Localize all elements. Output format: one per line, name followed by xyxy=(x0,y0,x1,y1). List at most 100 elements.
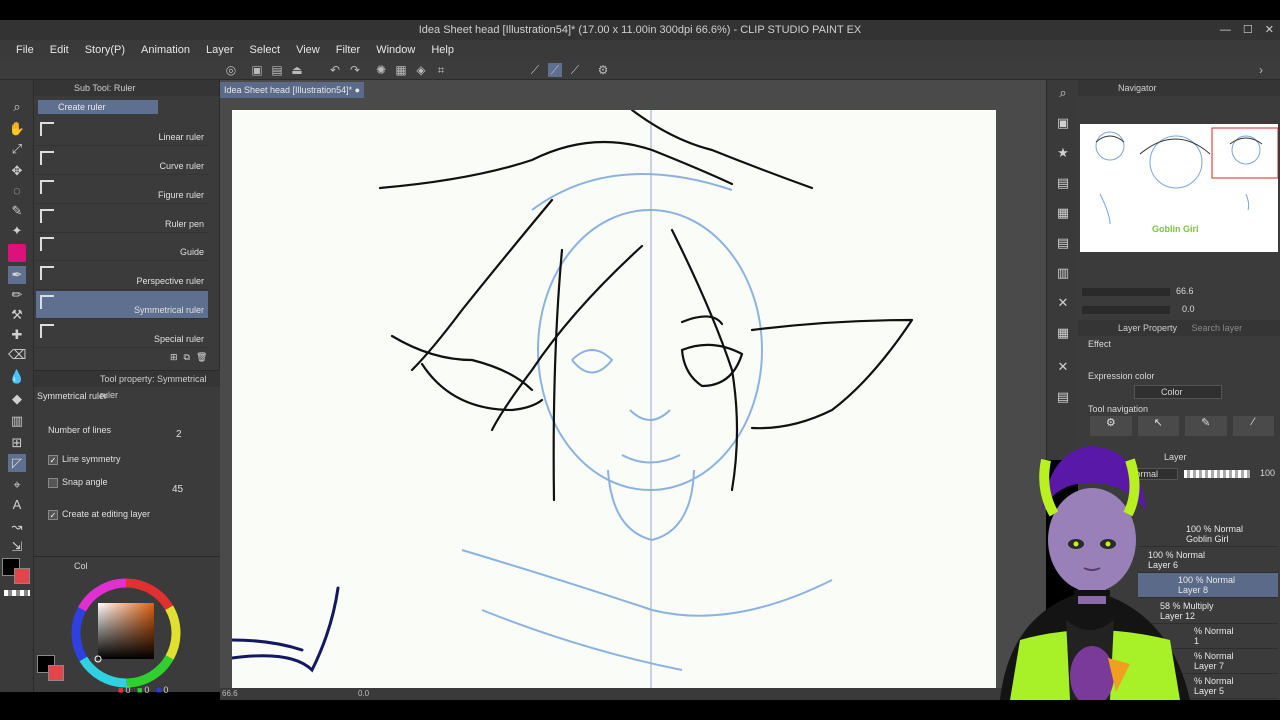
vector-icon[interactable]: ⌖ xyxy=(8,476,26,494)
crop-icon[interactable]: ⌗ xyxy=(434,63,448,77)
menu-layer[interactable]: Layer xyxy=(198,44,242,56)
menu-file[interactable]: File xyxy=(8,44,42,56)
gradient-icon[interactable]: ▥ xyxy=(8,412,26,430)
eyedropper-icon[interactable]: ✎ xyxy=(8,202,26,220)
layer-list-icon[interactable]: ▤ xyxy=(1054,234,1072,252)
nav-operation-icon[interactable]: ⚙ xyxy=(1090,416,1132,436)
sub-color-swatch[interactable] xyxy=(14,568,30,584)
sketch-artwork xyxy=(232,110,914,688)
navigator-thumbnail[interactable]: Goblin Girl xyxy=(1080,124,1279,252)
subtool-item-curve-ruler[interactable]: Curve ruler xyxy=(36,147,208,175)
settings-icon[interactable]: ⚙ xyxy=(596,63,610,77)
open-icon[interactable]: ▤ xyxy=(270,63,284,77)
fill-bucket-icon[interactable]: ◆ xyxy=(8,390,26,408)
pen-icon[interactable]: ✒ xyxy=(8,266,26,284)
grid-panel-icon[interactable]: ▦ xyxy=(1054,324,1072,342)
undo-icon[interactable]: ↶ xyxy=(328,63,342,77)
vtuber-avatar xyxy=(1000,446,1190,700)
clear-icon[interactable]: ✺ xyxy=(374,63,388,77)
close-icon[interactable]: ✕ xyxy=(1265,20,1274,40)
snap-special-ruler-icon[interactable]: ⟋ xyxy=(548,63,562,77)
text-icon[interactable]: A xyxy=(8,496,26,514)
chevron-right-icon[interactable]: › xyxy=(1254,63,1268,77)
subtool-item-linear-ruler[interactable]: Linear ruler xyxy=(36,118,208,146)
remove-icon[interactable]: ✕ xyxy=(1054,358,1072,376)
sub-color-chip[interactable] xyxy=(48,665,64,681)
color-wheel[interactable] xyxy=(68,575,184,691)
angle-readout[interactable]: 0.0 xyxy=(358,689,369,698)
drawing-canvas[interactable] xyxy=(232,110,996,688)
lasso-icon[interactable]: ◌ xyxy=(8,182,26,200)
subtool-item-perspective-ruler[interactable]: Perspective ruler xyxy=(36,262,208,290)
number-of-lines-value[interactable]: 2 xyxy=(176,429,182,440)
favorite-icon[interactable]: ★ xyxy=(1054,144,1072,162)
move-icon[interactable]: ✥ xyxy=(8,162,26,180)
frame-icon[interactable]: ⊞ xyxy=(8,434,26,452)
angle-slider[interactable] xyxy=(1082,306,1170,314)
subtool-item-figure-ruler[interactable]: Figure ruler xyxy=(36,176,208,204)
frame-list-icon[interactable]: ▥ xyxy=(1054,264,1072,282)
close-tab-icon[interactable]: ● xyxy=(355,85,360,95)
subtool-item-symmetrical-ruler[interactable]: Symmetrical ruler xyxy=(36,291,208,319)
menu-window[interactable]: Window xyxy=(368,44,423,56)
brush-icon[interactable]: ⚒ xyxy=(8,306,26,324)
nav-pick-icon[interactable]: ✎ xyxy=(1185,416,1227,436)
new-file-icon[interactable]: ▣ xyxy=(250,63,264,77)
subtool-actions[interactable]: ⊞⧉🗑 xyxy=(170,352,213,363)
hand-icon[interactable]: ✋ xyxy=(8,120,26,138)
eraser-icon[interactable]: ⌫ xyxy=(8,346,26,364)
search-icon[interactable]: ⌕ xyxy=(1054,84,1072,102)
close-panel-icon[interactable]: ✕ xyxy=(1054,294,1072,312)
redo-icon[interactable]: ↷ xyxy=(348,63,362,77)
operation-icon[interactable]: ⤢ xyxy=(8,140,26,158)
expression-color-select[interactable]: Color xyxy=(1134,385,1222,399)
subtool-item-ruler-pen[interactable]: Ruler pen xyxy=(36,205,208,233)
subtool-group-tab[interactable]: Create ruler xyxy=(38,100,158,114)
snap-grid-icon[interactable]: ⟋ xyxy=(568,63,582,77)
document-tab[interactable]: Idea Sheet head [Illustration54]* ● xyxy=(220,82,364,98)
material-icon[interactable]: ▣ xyxy=(1054,114,1072,132)
ruler-icon[interactable]: ◸ xyxy=(8,454,26,472)
menu-help[interactable]: Help xyxy=(423,44,462,56)
color-swatch-icon[interactable] xyxy=(8,244,26,262)
snap-angle-value[interactable]: 45 xyxy=(172,484,183,495)
clip-studio-icon[interactable]: ◎ xyxy=(224,63,238,77)
decoration-icon[interactable]: ✚ xyxy=(8,326,26,344)
opacity-value[interactable]: 100 xyxy=(1260,468,1275,478)
menu-edit[interactable]: Edit xyxy=(42,44,77,56)
snap-ruler-icon[interactable]: ⟋ xyxy=(528,63,542,77)
transparent-color-swatch[interactable] xyxy=(4,590,30,596)
menu-filter[interactable]: Filter xyxy=(328,44,368,56)
maximize-icon[interactable]: ☐ xyxy=(1243,20,1253,40)
subtool-item-special-ruler[interactable]: Special ruler xyxy=(36,320,208,348)
menu-view[interactable]: View xyxy=(288,44,328,56)
zoom-slider[interactable] xyxy=(1082,288,1170,296)
zoom-icon[interactable]: ⌕ xyxy=(8,98,26,116)
color-tab[interactable]: Col xyxy=(74,561,88,571)
snap-angle-checkbox[interactable]: Snap angle xyxy=(48,477,108,488)
menu-select[interactable]: Select xyxy=(242,44,289,56)
nav-pen-icon[interactable]: ⁄ xyxy=(1232,416,1274,436)
zoom-readout[interactable]: 66.6 xyxy=(222,689,238,698)
fill-icon[interactable]: ▦ xyxy=(394,63,408,77)
transform-icon[interactable]: ◈ xyxy=(414,63,428,77)
search-layer-tab[interactable]: Search layer xyxy=(1192,323,1243,333)
create-at-editing-layer-checkbox[interactable]: ✓ Create at editing layer xyxy=(48,509,150,520)
menu-story[interactable]: Story(P) xyxy=(77,44,133,56)
pencil-icon[interactable]: ✏ xyxy=(8,286,26,304)
menu-animation[interactable]: Animation xyxy=(133,44,198,56)
timeline-icon[interactable]: ▤ xyxy=(1054,388,1072,406)
auto-select-icon[interactable]: ✦ xyxy=(8,222,26,240)
nav-select-icon[interactable]: ↖ xyxy=(1137,416,1179,436)
navigator-zoom[interactable]: 66.6 xyxy=(1176,286,1194,296)
line-symmetry-checkbox[interactable]: ✓ Line symmetry xyxy=(48,454,121,465)
blend-icon[interactable]: 💧 xyxy=(8,368,26,386)
save-icon[interactable]: ⏏ xyxy=(290,63,304,77)
navigator-angle[interactable]: 0.0 xyxy=(1182,304,1195,314)
grid-icon[interactable]: ▦ xyxy=(1054,204,1072,222)
correct-line-icon[interactable]: ⇲ xyxy=(8,538,26,556)
subtool-item-guide[interactable]: Guide xyxy=(36,233,208,261)
layer-icon[interactable]: ▤ xyxy=(1054,174,1072,192)
minimize-icon[interactable]: — xyxy=(1220,20,1231,40)
balloon-icon[interactable]: ↝ xyxy=(8,518,26,536)
